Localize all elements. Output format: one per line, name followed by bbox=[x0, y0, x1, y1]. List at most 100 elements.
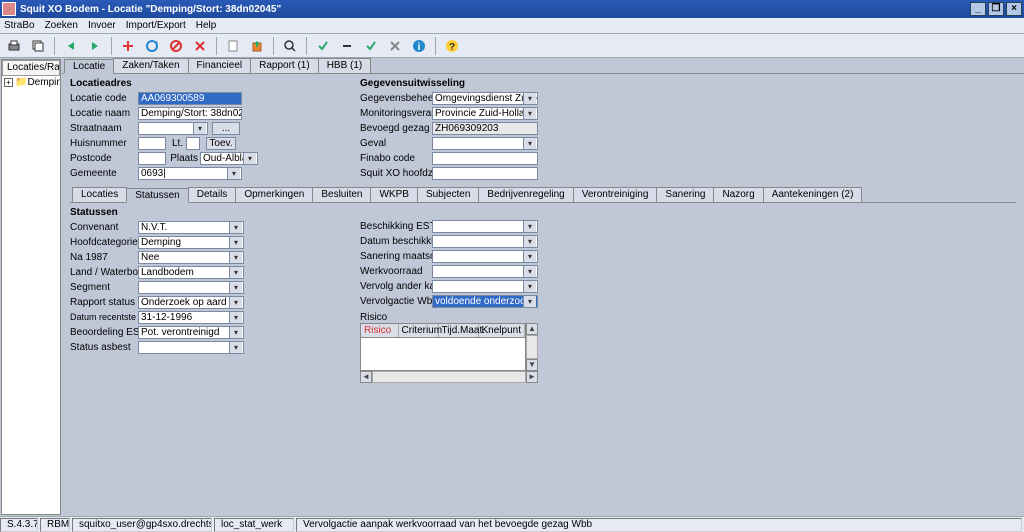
dash-icon[interactable] bbox=[337, 36, 357, 56]
input-werk[interactable] bbox=[432, 265, 538, 278]
input-lt[interactable] bbox=[186, 137, 200, 150]
input-finabo[interactable] bbox=[432, 152, 538, 165]
input-straatnaam[interactable] bbox=[138, 122, 208, 135]
menu-import[interactable]: Import/Export bbox=[126, 20, 186, 31]
scroll-left-icon[interactable]: ◄ bbox=[360, 371, 372, 383]
input-geval[interactable] bbox=[432, 137, 538, 150]
label-lt: Lt. bbox=[172, 138, 186, 149]
tab2-nazorg[interactable]: Nazorg bbox=[713, 187, 763, 202]
label-beoordeling: Beoordeling EST bbox=[70, 327, 138, 338]
input-vervolg[interactable] bbox=[432, 280, 538, 293]
deny-icon[interactable] bbox=[166, 36, 186, 56]
tab2-verontreiniging[interactable]: Verontreiniging bbox=[573, 187, 658, 202]
input-bevoegd: ZH069309203 bbox=[432, 122, 538, 135]
input-postcode[interactable] bbox=[138, 152, 166, 165]
add-icon[interactable] bbox=[118, 36, 138, 56]
tabstrip-sub: Locaties Statussen Details Opmerkingen B… bbox=[70, 187, 1016, 203]
info-icon[interactable]: i bbox=[409, 36, 429, 56]
button-straat-lookup[interactable]: ... bbox=[212, 122, 240, 135]
input-segment[interactable] bbox=[138, 281, 244, 294]
export-icon[interactable] bbox=[247, 36, 267, 56]
label-huisnummer: Huisnummer bbox=[70, 138, 138, 149]
tab2-sanering[interactable]: Sanering bbox=[656, 187, 714, 202]
input-datumrapport[interactable]: 31-12-1996 bbox=[138, 311, 244, 324]
label-asbest: Status asbest bbox=[70, 342, 138, 353]
print-icon[interactable] bbox=[4, 36, 24, 56]
tree-tab-locaties[interactable]: Locaties/Rap bbox=[2, 60, 60, 76]
label-gemeente: Gemeente bbox=[70, 168, 138, 179]
minimize-button[interactable]: _ bbox=[970, 2, 986, 16]
menu-bar: StraBo Zoeken Invoer Import/Export Help bbox=[0, 18, 1024, 34]
input-land[interactable]: Landbodem bbox=[138, 266, 244, 279]
label-risico: Risico bbox=[360, 312, 660, 323]
check-icon[interactable] bbox=[313, 36, 333, 56]
input-gemeente[interactable]: 0693| bbox=[138, 167, 242, 180]
tab-rapport[interactable]: Rapport (1) bbox=[250, 58, 319, 73]
col-tijd: Tijd.Maat. bbox=[439, 324, 479, 337]
col-risico: Risico bbox=[361, 324, 399, 337]
input-hoofdcat[interactable]: Demping bbox=[138, 236, 244, 249]
check2-icon[interactable] bbox=[361, 36, 381, 56]
menu-zoeken[interactable]: Zoeken bbox=[45, 20, 78, 31]
tab-hbb[interactable]: HBB (1) bbox=[318, 58, 372, 73]
label-sanering-red: Sanering maatsch. red. bbox=[360, 251, 432, 262]
tab2-wkpb[interactable]: WKPB bbox=[370, 187, 417, 202]
label-rapportstatus: Rapport status bbox=[70, 297, 138, 308]
tab2-locaties[interactable]: Locaties bbox=[72, 187, 127, 202]
input-squit[interactable] bbox=[432, 167, 538, 180]
scroll-right-icon[interactable]: ► bbox=[526, 371, 538, 383]
input-locatie-code[interactable]: AA069300589 bbox=[138, 92, 242, 105]
doc-icon[interactable] bbox=[223, 36, 243, 56]
input-beschikking[interactable] bbox=[432, 220, 538, 233]
forward-icon[interactable] bbox=[85, 36, 105, 56]
tab2-opmerkingen[interactable]: Opmerkingen bbox=[235, 187, 313, 202]
copy-icon[interactable] bbox=[28, 36, 48, 56]
cancel-icon[interactable] bbox=[385, 36, 405, 56]
tree-item-demping[interactable]: +📁Demping/ bbox=[2, 76, 60, 89]
tab-zaken[interactable]: Zaken/Taken bbox=[113, 58, 188, 73]
tab-financieel[interactable]: Financieel bbox=[188, 58, 252, 73]
back-icon[interactable] bbox=[61, 36, 81, 56]
tab2-statussen[interactable]: Statussen bbox=[126, 188, 188, 203]
tab2-details[interactable]: Details bbox=[188, 187, 237, 202]
tab2-aantekeningen[interactable]: Aantekeningen (2) bbox=[763, 187, 863, 202]
input-vervolgwbb[interactable]: voldoende onderzocht bbox=[432, 295, 538, 308]
menu-invoer[interactable]: Invoer bbox=[88, 20, 116, 31]
input-plaats[interactable]: Oud-Alblas bbox=[200, 152, 258, 165]
label-squit: Squit XO hoofdzaak bbox=[360, 168, 432, 179]
svg-text:i: i bbox=[418, 42, 421, 53]
label-monitor: Monitoringsverantw. bbox=[360, 108, 432, 119]
input-convenant[interactable]: N.V.T. bbox=[138, 221, 244, 234]
input-na1987[interactable]: Nee bbox=[138, 251, 244, 264]
input-sanering-red[interactable] bbox=[432, 250, 538, 263]
input-rapportstatus[interactable]: Onderzoek op aard bbox=[138, 296, 244, 309]
refresh-icon[interactable] bbox=[142, 36, 162, 56]
tab-locatie[interactable]: Locatie bbox=[64, 59, 114, 74]
search-icon[interactable] bbox=[280, 36, 300, 56]
label-beschikking: Beschikking EST bbox=[360, 221, 432, 232]
tabstrip-main: Locatie Zaken/Taken Financieel Rapport (… bbox=[62, 58, 1024, 74]
scroll-up-icon[interactable]: ▲ bbox=[526, 323, 538, 335]
grid-risico[interactable]: Risico Criterium Tijd.Maat. Knelpunt bbox=[360, 323, 526, 371]
input-datumb[interactable] bbox=[432, 235, 538, 248]
scroll-down-icon[interactable]: ▼ bbox=[526, 359, 538, 371]
delete-icon[interactable] bbox=[190, 36, 210, 56]
input-asbest[interactable] bbox=[138, 341, 244, 354]
status-message: Vervolgactie aanpak werkvoorraad van het… bbox=[296, 518, 1022, 532]
input-locatie-naam[interactable]: Demping/Stort: 38dn02045 bbox=[138, 107, 242, 120]
help-icon[interactable]: ? bbox=[442, 36, 462, 56]
label-segment: Segment bbox=[70, 282, 138, 293]
button-toev[interactable]: Toev. bbox=[206, 137, 236, 150]
tab2-besluiten[interactable]: Besluiten bbox=[312, 187, 371, 202]
close-button[interactable]: × bbox=[1006, 2, 1022, 16]
tab2-bedrijven[interactable]: Bedrijvenregeling bbox=[478, 187, 573, 202]
menu-straxbo[interactable]: StraBo bbox=[4, 20, 35, 31]
input-monitor[interactable]: Provincie Zuid-Holland bbox=[432, 107, 538, 120]
tab2-subjecten[interactable]: Subjecten bbox=[417, 187, 479, 202]
label-vervolgwbb: Vervolgactie Wbb bbox=[360, 296, 432, 307]
input-huisnummer[interactable] bbox=[138, 137, 166, 150]
input-beoordeling[interactable]: Pot. verontreinigd bbox=[138, 326, 244, 339]
menu-help[interactable]: Help bbox=[196, 20, 217, 31]
restore-button[interactable]: ❐ bbox=[988, 2, 1004, 16]
input-beheerder[interactable]: Omgevingsdienst Zuid-Holland Zuid (O bbox=[432, 92, 538, 105]
